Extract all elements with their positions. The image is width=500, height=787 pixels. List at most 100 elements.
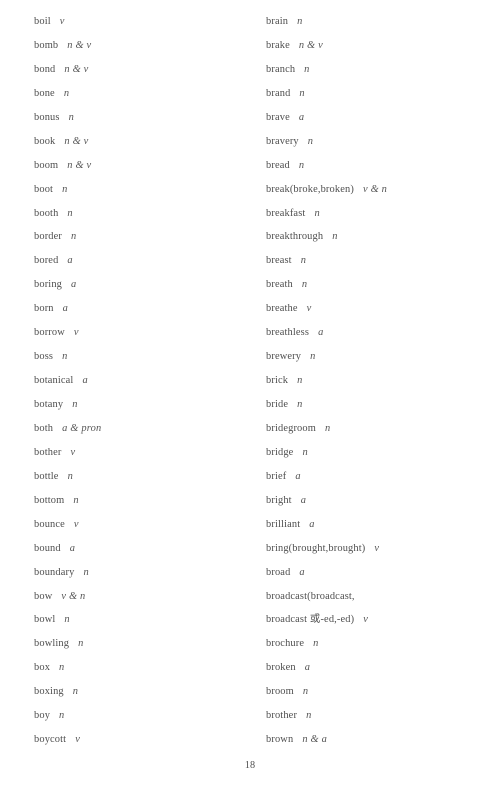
- entry-word: bound: [34, 542, 61, 554]
- entry-part-of-speech: n: [71, 231, 77, 243]
- vocabulary-entry: broadcast 或-ed,-ed) v: [266, 608, 496, 632]
- entry-word: boy: [34, 710, 51, 722]
- entry-part-of-speech: n: [301, 279, 308, 291]
- entry-part-of-speech: a: [298, 111, 305, 123]
- entry-word: brilliant: [266, 518, 301, 530]
- entry-word: brake: [266, 39, 290, 51]
- entry-part-of-speech: n: [73, 494, 79, 506]
- entry-part-of-speech: n: [302, 686, 309, 698]
- vocabulary-entry: boy n: [34, 704, 264, 728]
- entry-word: broad: [266, 566, 291, 578]
- entry-part-of-speech: n & a: [302, 734, 327, 746]
- entry-word: bonus: [34, 111, 60, 123]
- entry-word: brain: [266, 16, 289, 27]
- entry-word: breast: [266, 255, 292, 267]
- entry-part-of-speech: n: [304, 63, 310, 75]
- entry-word: bottom: [34, 494, 65, 506]
- entry-part-of-speech: n: [63, 87, 70, 99]
- vocabulary-entry: broom n: [266, 680, 496, 704]
- vocabulary-entry: book n & v: [34, 130, 264, 154]
- entry-part-of-speech: n & v: [67, 159, 92, 171]
- entry-part-of-speech: a: [82, 375, 88, 387]
- entry-part-of-speech: v: [59, 16, 65, 27]
- entry-part-of-speech: a: [304, 662, 311, 674]
- entry-word: boycott: [34, 734, 67, 746]
- entry-part-of-speech: n: [307, 135, 314, 147]
- entry-part-of-speech: n: [300, 255, 307, 267]
- entry-word: broken: [266, 662, 296, 674]
- entry-part-of-speech: n: [297, 399, 303, 410]
- vocabulary-entry: brake n & v: [266, 34, 496, 58]
- entry-word: bridge: [266, 446, 294, 458]
- entry-part-of-speech: v: [306, 303, 312, 315]
- entry-part-of-speech: n: [62, 183, 68, 195]
- entry-word: breakfast: [266, 207, 306, 219]
- entry-part-of-speech: n: [314, 207, 320, 219]
- entry-part-of-speech: a & pron: [62, 422, 102, 434]
- vocabulary-entry: breathe v: [266, 297, 496, 321]
- entry-part-of-speech: v: [363, 614, 369, 626]
- entry-word: bravery: [266, 135, 299, 147]
- vocabulary-entry: bottom n: [34, 489, 264, 513]
- entry-word: breathless: [266, 327, 310, 339]
- entry-word: book: [34, 135, 56, 147]
- vocabulary-entry: bottle n: [34, 465, 264, 489]
- entry-word: bored: [34, 255, 59, 267]
- entry-part-of-speech: n & v: [64, 135, 89, 147]
- entry-part-of-speech: v & n: [362, 183, 388, 195]
- entry-part-of-speech: n: [59, 710, 65, 722]
- entry-part-of-speech: n: [83, 566, 89, 578]
- entry-word: box: [34, 662, 51, 674]
- entry-part-of-speech: a: [299, 566, 305, 578]
- entry-part-of-speech: a: [295, 470, 301, 482]
- vocabulary-entry: breathless a: [266, 321, 496, 345]
- vocabulary-entry: bowling n: [34, 632, 264, 656]
- vocabulary-entry: boxing n: [34, 680, 264, 704]
- vocabulary-entry: brother n: [266, 704, 496, 728]
- entry-part-of-speech: n: [67, 207, 73, 219]
- vocabulary-entry: boss n: [34, 345, 264, 369]
- entry-word: bow: [34, 590, 53, 602]
- vocabulary-entry: breast n: [266, 249, 496, 273]
- vocabulary-entry: bound a: [34, 537, 264, 561]
- entry-part-of-speech: n: [68, 111, 74, 123]
- vocabulary-entry: brochure n: [266, 632, 496, 656]
- entry-word: botanical: [34, 375, 74, 387]
- vocabulary-entry: bow v & n: [34, 585, 264, 609]
- entry-part-of-speech: a: [71, 279, 77, 291]
- entry-part-of-speech: n: [302, 446, 308, 458]
- vocabulary-entry: boom n & v: [34, 154, 264, 178]
- entry-word: boring: [34, 279, 63, 291]
- vocabulary-entry: bond n & v: [34, 58, 264, 82]
- entry-part-of-speech: n & v: [64, 63, 89, 75]
- entry-part-of-speech: v & n: [61, 590, 86, 602]
- vocabulary-entry: botanical a: [34, 369, 264, 393]
- entry-word: bone: [34, 87, 55, 99]
- vocabulary-entry: branch n: [266, 58, 496, 82]
- vocabulary-entry: both a & pron: [34, 417, 264, 441]
- vocabulary-entry: bride n: [266, 393, 496, 417]
- entry-part-of-speech: v: [73, 327, 79, 339]
- vocabulary-entry: borrow v: [34, 321, 264, 345]
- entry-word: bridegroom: [266, 422, 316, 434]
- entry-word: break(broke,broken): [266, 183, 354, 195]
- entry-word: bounce: [34, 518, 65, 530]
- entry-word: bring(brought,brought): [266, 542, 366, 554]
- vocabulary-entry: bonus n: [34, 106, 264, 130]
- vocabulary-entry: bridegroom n: [266, 417, 496, 441]
- entry-part-of-speech: n: [62, 351, 68, 363]
- entry-word: bowl: [34, 614, 56, 626]
- vocabulary-entry: broadcast(broadcast,: [266, 585, 496, 609]
- vocabulary-entry: bone n: [34, 82, 264, 106]
- vocabulary-entry: bother v: [34, 441, 264, 465]
- entry-word: brewery: [266, 351, 302, 363]
- vocabulary-entry: boycott v: [34, 728, 264, 752]
- vocabulary-entry: bread n: [266, 154, 496, 178]
- entry-part-of-speech: a: [67, 255, 73, 267]
- vocabulary-entry: botany n: [34, 393, 264, 417]
- vocabulary-entry: bowl n: [34, 608, 264, 632]
- entry-part-of-speech: a: [300, 494, 307, 506]
- entry-word: branch: [266, 63, 296, 75]
- entry-part-of-speech: n: [298, 159, 305, 171]
- entry-word: bomb: [34, 39, 59, 51]
